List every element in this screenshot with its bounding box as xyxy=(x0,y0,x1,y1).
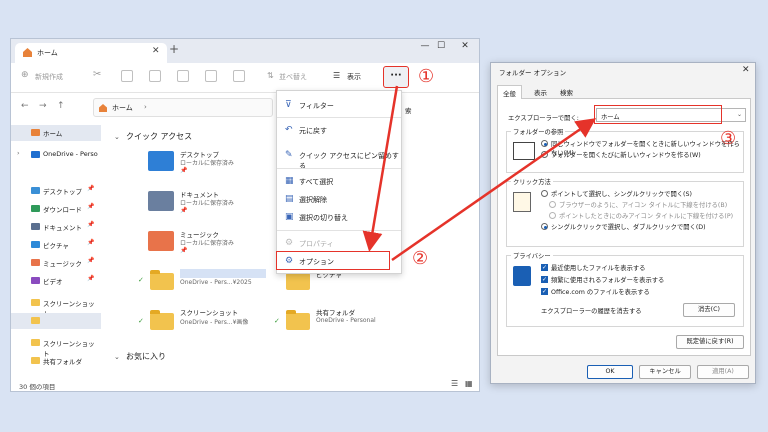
annotation-2: ② xyxy=(412,248,429,269)
annotation-1: ① xyxy=(418,66,435,87)
arrow-to-options xyxy=(362,85,399,252)
tab-general[interactable]: 全般 xyxy=(497,85,522,99)
arrow-to-dialog xyxy=(391,118,597,262)
annotation-arrows xyxy=(362,85,597,262)
annotation-3: ③ xyxy=(720,128,737,149)
